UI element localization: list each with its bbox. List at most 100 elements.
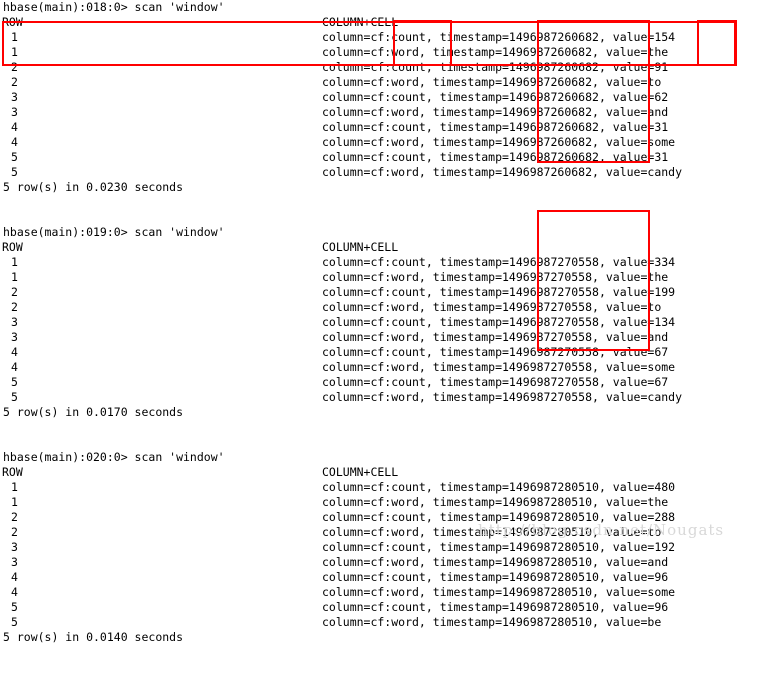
row-key: 4 — [11, 360, 18, 374]
row-key: 2 — [11, 525, 18, 539]
row-cell: column=cf:word, timestamp=1496987260682,… — [322, 135, 676, 149]
row-key: 4 — [11, 135, 18, 149]
row-cell: column=cf:count, timestamp=1496987270558… — [322, 375, 669, 389]
row-cell: column=cf:count, timestamp=1496987280510… — [322, 600, 669, 614]
column-header-row: ROW — [2, 465, 23, 479]
column-header-cell: COLUMN+CELL — [322, 465, 399, 479]
table-row: 4 column=cf:count, timestamp=14969872606… — [0, 120, 770, 135]
row-key: 3 — [11, 90, 18, 104]
row-cell: column=cf:count, timestamp=1496987260682… — [322, 150, 669, 164]
row-cell: column=cf:count, timestamp=1496987280510… — [322, 480, 676, 494]
row-cell: column=cf:word, timestamp=1496987260682,… — [322, 105, 669, 119]
row-cell: column=cf:count, timestamp=1496987260682… — [322, 60, 669, 74]
scan-output-block: hbase(main):020:0> scan 'window' ROW COL… — [0, 450, 770, 645]
row-key: 4 — [11, 345, 18, 359]
row-cell: column=cf:word, timestamp=1496987280510,… — [322, 555, 669, 569]
row-cell: column=cf:count, timestamp=1496987270558… — [322, 285, 676, 299]
table-row: 3 column=cf:count, timestamp=14969872705… — [0, 315, 770, 330]
table-row: 3 column=cf:count, timestamp=14969872805… — [0, 540, 770, 555]
table-header-row: ROW COLUMN+CELL — [0, 240, 770, 255]
shell-prompt-line: hbase(main):018:0> scan 'window' — [3, 0, 225, 14]
table-row: 4 column=cf:count, timestamp=14969872705… — [0, 345, 770, 360]
row-key: 4 — [11, 585, 18, 599]
row-cell: column=cf:count, timestamp=1496987260682… — [322, 120, 669, 134]
table-row: 5 column=cf:count, timestamp=14969872705… — [0, 375, 770, 390]
row-cell: column=cf:word, timestamp=1496987270558,… — [322, 390, 683, 404]
table-row: 1 column=cf:word, timestamp=149698727055… — [0, 270, 770, 285]
table-row: 2 column=cf:count, timestamp=14969872705… — [0, 285, 770, 300]
row-key: 1 — [11, 480, 18, 494]
row-cell: column=cf:word, timestamp=1496987270558,… — [322, 360, 676, 374]
row-key: 2 — [11, 75, 18, 89]
row-cell: column=cf:word, timestamp=1496987280510,… — [322, 495, 669, 509]
row-key: 5 — [11, 600, 18, 614]
row-key: 3 — [11, 105, 18, 119]
row-cell: column=cf:word, timestamp=1496987260682,… — [322, 165, 683, 179]
table-row: 1 column=cf:word, timestamp=149698728051… — [0, 495, 770, 510]
row-cell: column=cf:word, timestamp=1496987260682,… — [322, 75, 662, 89]
row-key: 5 — [11, 150, 18, 164]
table-row: 2 column=cf:count, timestamp=14969872606… — [0, 60, 770, 75]
shell-prompt-line: hbase(main):020:0> scan 'window' — [3, 450, 225, 464]
row-cell: column=cf:word, timestamp=1496987280510,… — [322, 585, 676, 599]
row-cell: column=cf:word, timestamp=1496987280510,… — [322, 615, 662, 629]
row-key: 1 — [11, 495, 18, 509]
row-cell: column=cf:count, timestamp=1496987270558… — [322, 315, 676, 329]
table-row: 4 column=cf:word, timestamp=149698726068… — [0, 135, 770, 150]
table-row: 3 column=cf:word, timestamp=149698727055… — [0, 330, 770, 345]
row-cell: column=cf:count, timestamp=1496987270558… — [322, 255, 676, 269]
row-cell: column=cf:word, timestamp=1496987260682,… — [322, 45, 669, 59]
table-row: 3 column=cf:word, timestamp=149698728051… — [0, 555, 770, 570]
row-key: 3 — [11, 555, 18, 569]
scan-output-block: hbase(main):019:0> scan 'window' ROW COL… — [0, 225, 770, 420]
table-row: 5 column=cf:word, timestamp=149698728051… — [0, 615, 770, 630]
row-cell: column=cf:count, timestamp=1496987280510… — [322, 570, 669, 584]
row-cell: column=cf:word, timestamp=1496987270558,… — [322, 300, 662, 314]
column-header-cell: COLUMN+CELL — [322, 240, 399, 254]
row-key: 3 — [11, 315, 18, 329]
table-row: 4 column=cf:count, timestamp=14969872805… — [0, 570, 770, 585]
row-cell: column=cf:count, timestamp=1496987270558… — [322, 345, 669, 359]
table-row: 3 column=cf:count, timestamp=14969872606… — [0, 90, 770, 105]
table-row: 2 column=cf:word, timestamp=149698727055… — [0, 300, 770, 315]
table-row: 1 column=cf:count, timestamp=14969872606… — [0, 30, 770, 45]
column-header-row: ROW — [2, 240, 23, 254]
row-key: 5 — [11, 390, 18, 404]
row-key: 2 — [11, 285, 18, 299]
row-key: 2 — [11, 300, 18, 314]
shell-prompt-line: hbase(main):019:0> scan 'window' — [3, 225, 225, 239]
row-key: 3 — [11, 540, 18, 554]
table-row: 3 column=cf:word, timestamp=149698726068… — [0, 105, 770, 120]
row-key: 4 — [11, 120, 18, 134]
table-row: 5 column=cf:count, timestamp=14969872606… — [0, 150, 770, 165]
result-summary: 5 row(s) in 0.0140 seconds — [3, 630, 184, 644]
row-cell: column=cf:word, timestamp=1496987270558,… — [322, 330, 669, 344]
row-key: 5 — [11, 615, 18, 629]
table-row: 5 column=cf:count, timestamp=14969872805… — [0, 600, 770, 615]
table-row: 2 column=cf:word, timestamp=149698726068… — [0, 75, 770, 90]
table-header-row: ROW COLUMN+CELL — [0, 465, 770, 480]
hbase-shell-terminal[interactable]: hbase(main):018:0> scan 'window' ROW COL… — [0, 0, 770, 644]
scan-output-block: hbase(main):018:0> scan 'window' ROW COL… — [0, 0, 770, 195]
row-key: 3 — [11, 330, 18, 344]
column-header-cell: COLUMN+CELL — [322, 15, 399, 29]
table-row: 5 column=cf:word, timestamp=149698726068… — [0, 165, 770, 180]
table-row: 4 column=cf:word, timestamp=149698728051… — [0, 585, 770, 600]
row-key: 1 — [11, 45, 18, 59]
row-key: 5 — [11, 165, 18, 179]
watermark: http://blog.csdn.net/Nougats — [478, 521, 725, 539]
row-key: 4 — [11, 570, 18, 584]
column-header-row: ROW — [2, 15, 23, 29]
table-row: 4 column=cf:word, timestamp=149698727055… — [0, 360, 770, 375]
row-cell: column=cf:count, timestamp=1496987280510… — [322, 540, 676, 554]
table-header-row: ROW COLUMN+CELL — [0, 15, 770, 30]
row-key: 1 — [11, 30, 18, 44]
row-cell: column=cf:count, timestamp=1496987260682… — [322, 90, 669, 104]
row-key: 5 — [11, 375, 18, 389]
row-key: 2 — [11, 510, 18, 524]
row-key: 2 — [11, 60, 18, 74]
table-row: 1 column=cf:count, timestamp=14969872705… — [0, 255, 770, 270]
